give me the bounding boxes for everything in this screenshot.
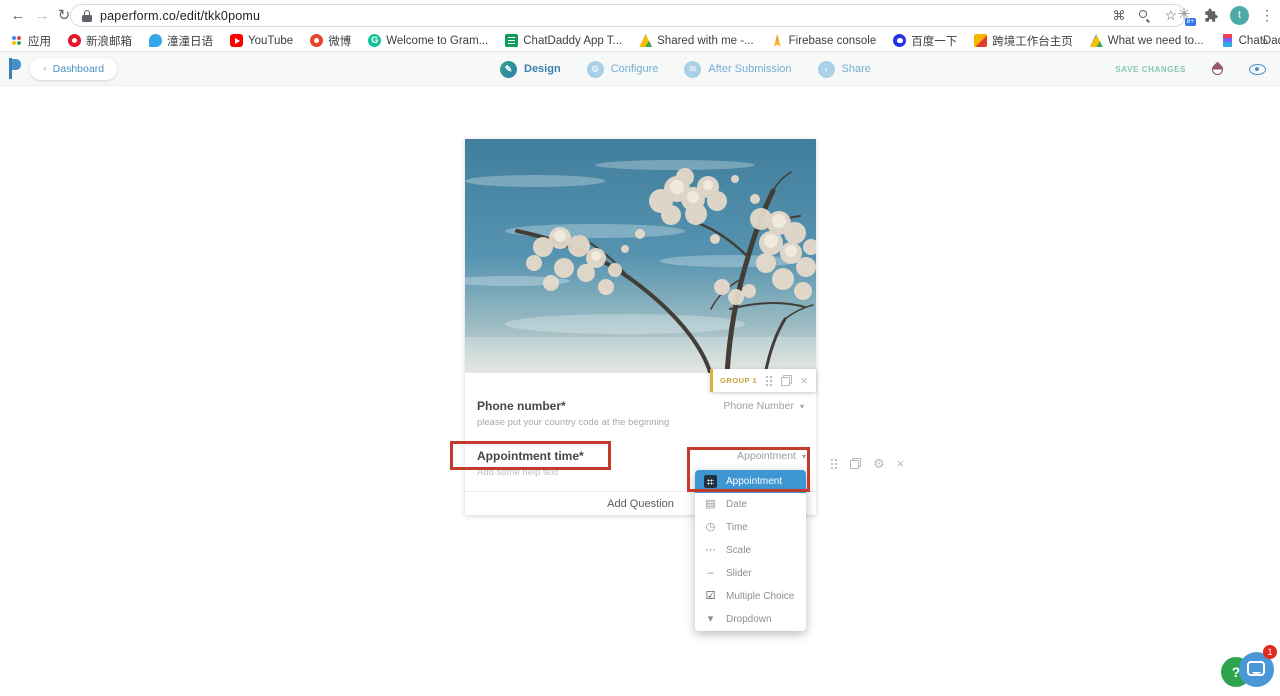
tab-after-submission[interactable]: ✉ After Submission bbox=[684, 61, 791, 78]
chevron-left-icon: ‹ bbox=[43, 63, 47, 75]
lock-icon bbox=[82, 10, 92, 22]
chatdaddy-product-icon bbox=[1223, 34, 1232, 47]
sina-mail-icon bbox=[68, 34, 81, 47]
sheets-icon bbox=[505, 34, 518, 47]
bookmarks-overflow-chevron[interactable]: » bbox=[1261, 34, 1268, 48]
bookmark-what-we-need[interactable]: What we need to... bbox=[1090, 34, 1204, 47]
field-type-menu: Appointment Date Time Scale Slider Multi… bbox=[695, 470, 806, 631]
group-toolbar: GROUP 1 × bbox=[710, 369, 816, 392]
dropdown-icon bbox=[704, 614, 717, 625]
field-action-toolbar: ⚙ × bbox=[830, 457, 904, 470]
date-icon bbox=[704, 499, 717, 510]
extension-badge: 8+ bbox=[1185, 18, 1196, 27]
menu-option-time[interactable]: Time bbox=[695, 516, 806, 539]
duplicate-icon[interactable] bbox=[850, 458, 861, 469]
chevron-down-icon: ▾ bbox=[800, 402, 804, 411]
form-card: Phone number* please put your country co… bbox=[465, 139, 816, 515]
bookmark-shared-with-me[interactable]: Shared with me -... bbox=[639, 34, 754, 47]
gear-icon[interactable]: ⚙ bbox=[873, 457, 885, 470]
url-text[interactable]: paperform.co/edit/tkk0pomu bbox=[100, 9, 260, 23]
address-bar[interactable]: paperform.co/edit/tkk0pomu ⌘ ☆ bbox=[70, 4, 1186, 27]
drive-icon bbox=[1090, 34, 1103, 47]
bookmarks-bar: 应用 新浪邮箱 潼潼日语 YouTube 微博 GWelcome to Gram… bbox=[0, 30, 1280, 52]
notification-badge: 1 bbox=[1263, 645, 1277, 659]
bookmark-baidu[interactable]: 百度一下 bbox=[893, 33, 957, 49]
bookmark-japanese[interactable]: 潼潼日语 bbox=[149, 33, 213, 49]
youtube-icon bbox=[230, 34, 243, 47]
workbench-icon bbox=[974, 34, 987, 47]
scale-icon bbox=[704, 545, 717, 556]
blue-bird-icon bbox=[149, 34, 162, 47]
chevron-down-icon: ▾ bbox=[802, 452, 806, 461]
profile-avatar[interactable]: t bbox=[1230, 6, 1249, 25]
bookmark-chatdaddy-product[interactable]: ChatDaddy Produ... bbox=[1221, 34, 1280, 47]
smile-icon bbox=[1252, 670, 1261, 674]
drive-icon bbox=[639, 34, 652, 47]
grammarly-icon: G bbox=[368, 34, 381, 47]
zoom-search-icon[interactable] bbox=[1139, 10, 1150, 21]
apps-grid-icon bbox=[10, 34, 23, 47]
weibo-icon bbox=[310, 34, 323, 47]
close-icon[interactable]: × bbox=[800, 374, 808, 387]
appointment-field-label[interactable]: Appointment time* bbox=[477, 449, 584, 463]
drag-handle-icon[interactable] bbox=[765, 375, 773, 386]
paperform-logo-icon[interactable] bbox=[9, 58, 22, 79]
menu-option-multiple-choice[interactable]: Multiple Choice bbox=[695, 585, 806, 608]
firebase-icon bbox=[771, 34, 784, 47]
phone-field-label[interactable]: Phone number* bbox=[477, 399, 566, 413]
phone-field-help[interactable]: please put your country code at the begi… bbox=[477, 417, 669, 428]
menu-option-date[interactable]: Date bbox=[695, 493, 806, 516]
duplicate-icon[interactable] bbox=[781, 375, 792, 386]
theme-droplet-icon[interactable] bbox=[1210, 61, 1226, 77]
menu-option-appointment[interactable]: Appointment bbox=[695, 470, 806, 493]
form-cover-image bbox=[465, 139, 816, 373]
slider-icon bbox=[704, 568, 717, 579]
paperform-toolbar: ‹ Dashboard ✎ Design ⚙ Configure ✉ After… bbox=[0, 52, 1280, 86]
bookmark-firebase-console[interactable]: Firebase console bbox=[771, 34, 877, 47]
dashboard-button[interactable]: ‹ Dashboard bbox=[30, 58, 117, 80]
baidu-icon bbox=[893, 34, 906, 47]
command-extension-icon[interactable]: ⌘ bbox=[1112, 8, 1125, 24]
appointment-type-select[interactable]: Appointment▾ bbox=[737, 450, 806, 462]
share-icon: ‹ bbox=[818, 61, 835, 78]
forward-icon[interactable]: → bbox=[32, 5, 52, 25]
bookmark-youtube[interactable]: YouTube bbox=[230, 34, 293, 47]
extension-snowflake-icon[interactable]: ✳8+ bbox=[1175, 6, 1193, 24]
preview-eye-icon[interactable] bbox=[1249, 64, 1266, 75]
menu-option-slider[interactable]: Slider bbox=[695, 562, 806, 585]
back-icon[interactable]: ← bbox=[8, 5, 28, 25]
gear-icon: ⚙ bbox=[587, 61, 604, 78]
save-changes-button[interactable]: SAVE CHANGES bbox=[1115, 65, 1186, 74]
bookmark-sina-mail[interactable]: 新浪邮箱 bbox=[68, 33, 132, 49]
close-icon[interactable]: × bbox=[897, 457, 905, 470]
group-label: GROUP 1 bbox=[720, 376, 765, 385]
bookmark-chatdaddy-app[interactable]: ChatDaddy App T... bbox=[505, 34, 622, 47]
browser-address-row: ← → ↻ paperform.co/edit/tkk0pomu ⌘ ☆ ✳8+… bbox=[0, 0, 1280, 30]
bookmark-weibo[interactable]: 微博 bbox=[310, 33, 351, 49]
pencil-icon: ✎ bbox=[500, 61, 517, 78]
bookmark-grammarly[interactable]: GWelcome to Gram... bbox=[368, 34, 488, 47]
menu-option-dropdown[interactable]: Dropdown bbox=[695, 608, 806, 631]
envelope-icon: ✉ bbox=[684, 61, 701, 78]
bookmark-workbench[interactable]: 跨境工作台主页 bbox=[974, 33, 1073, 49]
tab-configure[interactable]: ⚙ Configure bbox=[587, 61, 659, 78]
phone-type-select[interactable]: Phone Number▾ bbox=[723, 400, 804, 412]
tab-design[interactable]: ✎ Design bbox=[500, 61, 561, 78]
appointment-icon bbox=[704, 475, 717, 488]
tab-share[interactable]: ‹ Share bbox=[818, 61, 871, 78]
drag-handle-icon[interactable] bbox=[830, 458, 838, 469]
extensions-puzzle-icon[interactable] bbox=[1204, 8, 1219, 23]
time-icon bbox=[704, 522, 717, 533]
appointment-field-help[interactable]: Add some help text bbox=[477, 467, 558, 478]
chrome-menu-icon[interactable]: ⋮ bbox=[1260, 7, 1274, 24]
menu-option-scale[interactable]: Scale bbox=[695, 539, 806, 562]
multiple-choice-icon bbox=[704, 591, 717, 602]
bookmark-apps[interactable]: 应用 bbox=[10, 33, 51, 49]
